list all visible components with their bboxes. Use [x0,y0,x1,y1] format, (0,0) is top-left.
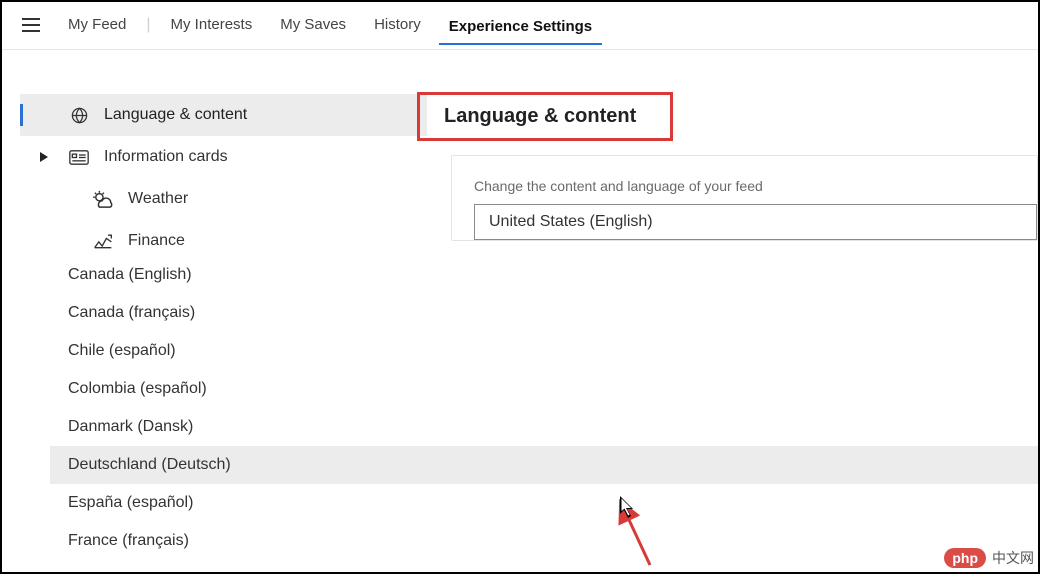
language-select[interactable]: United States (English) [474,204,1037,240]
language-select-value: United States (English) [489,213,653,231]
dropdown-option[interactable]: Canada (français) [50,294,1038,332]
sidebar-item-label: Finance [128,232,185,250]
sidebar-item-label: Weather [128,190,188,208]
language-panel: Change the content and language of your … [451,155,1038,241]
dropdown-option[interactable]: Chile (español) [50,332,1038,370]
dropdown-option[interactable]: Canada (English) [50,256,1038,294]
panel-description: Change the content and language of your … [452,178,1037,204]
caret-right-icon [34,152,54,162]
dropdown-option[interactable]: France (français) [50,522,1038,560]
top-nav: My Feed | My Interests My Saves History … [2,2,1038,50]
section-title-language-content: Language & content [417,92,673,141]
dropdown-option[interactable]: España (español) [50,484,1038,522]
nav-my-saves[interactable]: My Saves [270,12,356,37]
sidebar-item-weather[interactable]: Weather [20,178,427,220]
hamburger-icon[interactable] [22,18,50,32]
finance-icon [92,230,114,252]
watermark-badge: php 中文网 [942,546,1036,570]
nav-my-interests[interactable]: My Interests [161,12,263,37]
sidebar-item-language-content[interactable]: Language & content [20,94,427,136]
nav-experience-settings[interactable]: Experience Settings [439,14,602,45]
dropdown-option[interactable]: Deutschland (Deutsch) [50,446,1038,484]
cards-icon [68,146,90,168]
nav-my-feed[interactable]: My Feed [58,12,136,37]
dropdown-option[interactable]: Danmark (Dansk) [50,408,1038,446]
sidebar-item-label: Language & content [104,106,247,124]
nav-divider: | [146,16,150,34]
language-dropdown: Canada (English) Canada (français) Chile… [50,256,1038,560]
watermark-text: 中文网 [992,548,1034,568]
sidebar-item-label: Information cards [104,148,228,166]
nav-history[interactable]: History [364,12,431,37]
dropdown-option[interactable]: Colombia (español) [50,370,1038,408]
globe-icon [68,104,90,126]
watermark-pill: php [944,548,986,568]
weather-icon [92,188,114,210]
sidebar-item-information-cards[interactable]: Information cards [20,136,427,178]
